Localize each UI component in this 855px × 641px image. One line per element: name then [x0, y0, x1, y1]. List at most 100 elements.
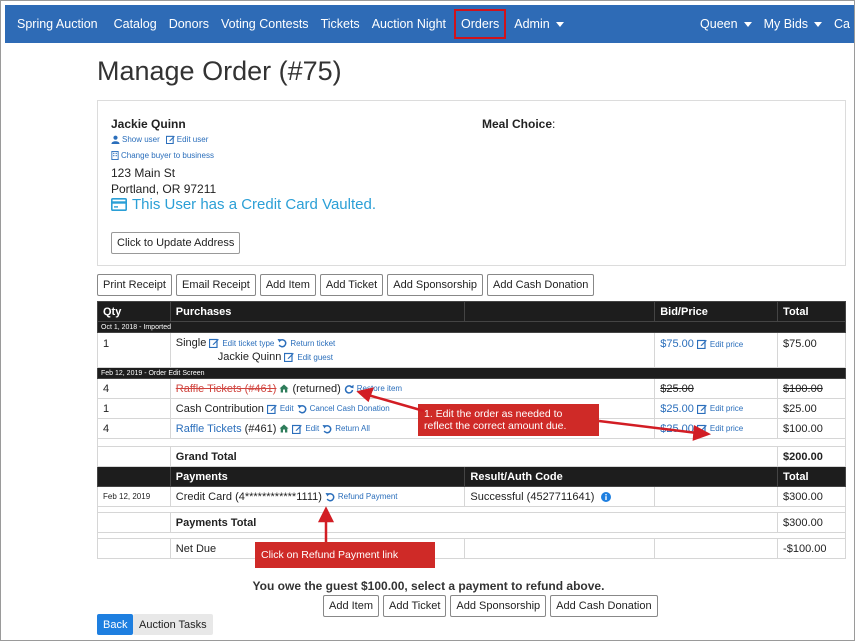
- col-header-total: Total: [777, 301, 846, 322]
- edit-price-link[interactable]: Edit price: [710, 404, 743, 413]
- price-value: $75.00: [660, 338, 694, 350]
- restore-item-link[interactable]: Restore item: [357, 384, 402, 393]
- nav-my-bids-label: My Bids: [763, 17, 809, 31]
- add-item-button[interactable]: Add Item: [323, 595, 380, 617]
- price-cell: $75.00 Edit price: [654, 332, 779, 368]
- payment-date: Feb 12, 2019: [97, 486, 171, 507]
- add-cash-donation-button[interactable]: Add Cash Donation: [550, 595, 658, 617]
- net-due-row: Net Due -$100.00: [97, 538, 846, 559]
- change-buyer-label: Change buyer to business: [121, 151, 214, 160]
- qty-cell: 1: [97, 332, 171, 368]
- building-icon: [111, 151, 119, 160]
- edit-icon: [696, 404, 707, 414]
- nav-voting-contests[interactable]: Voting Contests: [215, 5, 315, 43]
- return-all-link[interactable]: Return All: [335, 424, 370, 433]
- price-cell: $25.00 Edit price: [654, 418, 779, 439]
- edit-icon: [284, 352, 295, 362]
- edit-user-link[interactable]: Edit user: [165, 135, 209, 144]
- house-icon: [279, 424, 289, 433]
- add-ticket-button[interactable]: Add Ticket: [383, 595, 447, 617]
- nav-my-bids[interactable]: My Bids: [758, 5, 828, 43]
- undo-icon: [325, 492, 335, 501]
- cc-vaulted-notice: This User has a Credit Card Vaulted.: [111, 196, 376, 213]
- qty-cell: 4: [97, 418, 171, 439]
- total-cell: $100.00: [777, 418, 846, 439]
- total-cell: $100.00: [777, 378, 846, 399]
- back-button[interactable]: Back: [97, 614, 134, 635]
- edit-price-link[interactable]: Edit price: [710, 424, 743, 433]
- email-receipt-button[interactable]: Email Receipt: [175, 274, 256, 296]
- payments-total-value: $300.00: [777, 512, 846, 533]
- purchase-cell: Raffle Tickets (#461) (returned) Restore…: [169, 378, 656, 399]
- table-row: Feb 12, 2019 Credit Card (4************1…: [97, 486, 846, 507]
- add-cash-donation-button[interactable]: Add Cash Donation: [487, 274, 595, 296]
- undo-icon: [322, 424, 332, 433]
- cancel-cash-donation-link[interactable]: Cancel Cash Donation: [310, 404, 390, 413]
- item-name: Raffle Tickets (#461): [175, 382, 277, 395]
- payments-total-row: Payments Total $300.00: [97, 512, 846, 533]
- blank-cell: [97, 512, 171, 533]
- add-item-button[interactable]: Add Item: [259, 274, 316, 296]
- nav-admin[interactable]: Admin: [508, 5, 569, 43]
- group-label: Oct 1, 2018 - Imported: [97, 321, 846, 333]
- add-sponsorship-button[interactable]: Add Sponsorship: [450, 595, 547, 617]
- edit-icon: [696, 424, 707, 434]
- address-line2: Portland, OR 97211: [111, 182, 217, 196]
- add-ticket-button[interactable]: Add Ticket: [319, 274, 384, 296]
- update-address-button[interactable]: Click to Update Address: [111, 232, 241, 254]
- edit-guest-link[interactable]: Edit guest: [297, 353, 333, 362]
- edit-icon: [165, 135, 175, 144]
- blank-cell: [97, 446, 171, 467]
- buyer-info-panel: Jackie Quinn Show user Edit user Change …: [97, 100, 846, 266]
- table-header-row: Qty Purchases Bid/Price Total: [97, 301, 846, 322]
- brand-link[interactable]: Spring Auction: [5, 5, 108, 43]
- edit-link[interactable]: Edit: [305, 424, 319, 433]
- grand-total-row: Grand Total $200.00: [97, 446, 846, 467]
- show-user-link[interactable]: Show user: [111, 135, 160, 144]
- item-name: Cash Contribution: [175, 402, 264, 415]
- spacer-cell: [97, 438, 846, 447]
- edit-icon: [696, 339, 707, 349]
- edit-link[interactable]: Edit: [280, 404, 294, 413]
- nav-user-menu[interactable]: Queen: [694, 5, 758, 43]
- auction-tasks-button[interactable]: Auction Tasks: [133, 614, 213, 635]
- item-status: (returned): [292, 382, 341, 395]
- price-value: $25.00: [660, 402, 694, 415]
- payments-total-label: Payments Total: [169, 512, 779, 533]
- edit-user-label: Edit user: [176, 135, 209, 144]
- meal-choice: Meal Choice:: [482, 117, 555, 131]
- nav-auction-night[interactable]: Auction Night: [366, 5, 452, 43]
- edit-icon: [292, 424, 303, 434]
- nav-orders[interactable]: Orders: [454, 9, 507, 39]
- nav-tickets[interactable]: Tickets: [315, 5, 366, 43]
- chevron-down-icon: [743, 21, 752, 27]
- payment-method: Credit Card (4************1111): [175, 490, 322, 503]
- edit-price-link[interactable]: Edit price: [710, 340, 743, 349]
- info-icon[interactable]: [601, 491, 612, 502]
- show-user-label: Show user: [122, 135, 160, 144]
- col-header-blank: [97, 466, 171, 487]
- col-header-purchases: Purchases: [169, 301, 466, 322]
- refund-payment-link[interactable]: Refund Payment: [338, 492, 398, 501]
- table-row: 4 Raffle Tickets (#461) (returned) Resto…: [97, 378, 846, 399]
- total-cell: $25.00: [777, 398, 846, 419]
- item-name-link[interactable]: Raffle Tickets: [176, 423, 242, 435]
- add-sponsorship-button[interactable]: Add Sponsorship: [387, 274, 484, 296]
- item-name: Single: [175, 337, 207, 349]
- nav-user-label: Queen: [700, 17, 738, 31]
- blank-cell: [464, 538, 656, 559]
- edit-order-callout: 1. Edit the order as needed to reflect t…: [418, 404, 599, 436]
- edit-ticket-type-link[interactable]: Edit ticket type: [222, 339, 274, 348]
- nav-donors[interactable]: Donors: [163, 5, 215, 43]
- edit-icon: [266, 404, 277, 414]
- nav-catalog[interactable]: Catalog: [108, 5, 163, 43]
- col-header-total: Total: [777, 466, 846, 487]
- guest-name: Jackie Quinn: [217, 351, 282, 363]
- blank-cell: [654, 538, 779, 559]
- nav-cart[interactable]: Ca: [828, 5, 854, 43]
- return-ticket-link[interactable]: Return ticket: [290, 339, 335, 348]
- change-buyer-link[interactable]: Change buyer to business: [111, 151, 214, 160]
- group-header-row: Oct 1, 2018 - Imported: [97, 321, 846, 333]
- print-receipt-button[interactable]: Print Receipt: [97, 274, 172, 296]
- meal-choice-label: Meal Choice: [482, 117, 553, 131]
